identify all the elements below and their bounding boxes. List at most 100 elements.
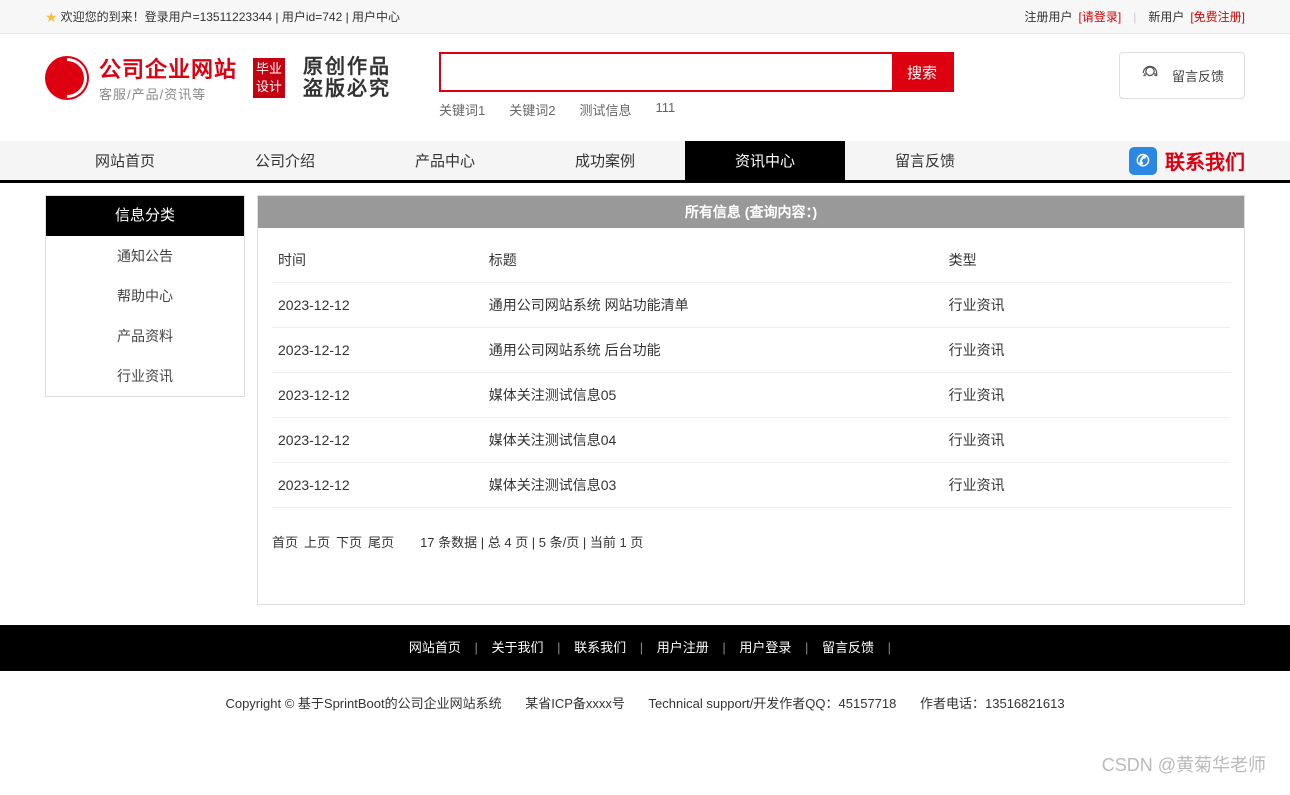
logo-badge: 毕业 设计 [253,58,285,98]
badge-line2: 设计 [256,78,282,96]
cell-type: 行业资讯 [943,373,1230,418]
keyword-link[interactable]: 关键词2 [509,100,555,119]
navbar: 网站首页公司介绍产品中心成功案例资讯中心留言反馈 ✆ 联系我们 [0,141,1290,183]
pagination: 首页 上页 下页 尾页 17 条数据 | 总 4 页 | 5 条/页 | 当前 … [272,532,1230,551]
cell-title: 媒体关注测试信息04 [483,418,943,463]
footer-separator: | [884,640,891,655]
table-row[interactable]: 2023-12-12媒体关注测试信息05行业资讯 [272,373,1230,418]
main: 信息分类 通知公告帮助中心产品资料行业资讯 所有信息 (查询内容：) 时间 标题… [45,195,1245,605]
nav-item[interactable]: 留言反馈 [845,141,1005,180]
footer-separator: | [554,640,565,655]
search-box: 搜索 [439,52,954,92]
table-row[interactable]: 2023-12-12媒体关注测试信息03行业资讯 [272,463,1230,508]
footer-nav-link[interactable]: 用户登录 [729,640,801,655]
footer-separator: | [471,640,482,655]
nav-item[interactable]: 产品中心 [365,141,525,180]
footer-tech: Technical support/开发作者QQ：45157718 [649,696,897,711]
cell-type: 行业资讯 [943,328,1230,373]
col-time-header: 时间 [272,238,483,283]
col-type-header: 类型 [943,238,1230,283]
nav-contact[interactable]: ✆ 联系我们 [1129,141,1245,180]
data-table: 时间 标题 类型 2023-12-12通用公司网站系统 网站功能清单行业资讯20… [272,238,1230,508]
keyword-link[interactable]: 测试信息 [579,100,631,119]
keywords-row: 关键词1 关键词2 测试信息 111 [439,100,954,119]
footer-nav-link[interactable]: 留言反馈 [812,640,884,655]
headset-icon [1140,63,1160,88]
cell-type: 行业资讯 [943,418,1230,463]
watermark: CSDN @黄菊华老师 [1102,751,1266,777]
new-user-label: 新用户 [1148,0,1184,34]
sidebar-header: 信息分类 [46,196,244,236]
footer-icp[interactable]: 某省ICP备xxxx号 [525,696,625,711]
logo-script: 原创作品 盗版必究 [303,56,391,100]
cell-time: 2023-12-12 [272,418,483,463]
footer-nav-link[interactable]: 关于我们 [482,640,554,655]
keyword-link[interactable]: 关键词1 [439,100,485,119]
nav-item[interactable]: 公司介绍 [205,141,365,180]
cell-title: 通用公司网站系统 后台功能 [483,328,943,373]
welcome-text[interactable]: 欢迎您的到来！登录用户=13511223344 | 用户id=742 | 用户中… [61,0,400,34]
sidebar-item[interactable]: 行业资讯 [46,356,244,396]
feedback-button[interactable]: 留言反馈 [1119,52,1245,99]
page-next[interactable]: 下页 [336,532,362,551]
cell-type: 行业资讯 [943,463,1230,508]
header: 公司企业网站 客服/产品/资讯等 毕业 设计 原创作品 盗版必究 搜索 关键词1… [0,34,1290,129]
search-button[interactable]: 搜索 [892,54,952,90]
nav-item[interactable]: 网站首页 [45,141,205,180]
footer-info: Copyright © 基于SprintBoot的公司企业网站系统 某省ICP备… [0,671,1290,734]
footer-phone: 作者电话：13516821613 [920,696,1065,711]
cell-type: 行业资讯 [943,283,1230,328]
footer-nav: 网站首页 | 关于我们 | 联系我们 | 用户注册 | 用户登录 | 留言反馈 … [0,625,1290,671]
script-line1: 原创作品 [303,56,391,78]
page-prev[interactable]: 上页 [304,532,330,551]
cell-time: 2023-12-12 [272,373,483,418]
sidebar-item[interactable]: 产品资料 [46,316,244,356]
page-last[interactable]: 尾页 [368,532,394,551]
cell-title: 媒体关注测试信息03 [483,463,943,508]
nav-contact-label: 联系我们 [1165,146,1245,175]
search-input[interactable] [441,54,892,90]
badge-line1: 毕业 [256,60,282,78]
star-icon: ★ [45,0,58,34]
feedback-button-label: 留言反馈 [1172,66,1224,85]
script-line2: 盗版必究 [303,78,391,100]
logo-main-text: 公司企业网站 [99,52,237,84]
page-info: 17 条数据 | 总 4 页 | 5 条/页 | 当前 1 页 [420,532,643,551]
footer-nav-link[interactable]: 网站首页 [399,640,471,655]
search-block: 搜索 关键词1 关键词2 测试信息 111 [439,52,954,119]
cell-title: 通用公司网站系统 网站功能清单 [483,283,943,328]
keyword-link[interactable]: 111 [656,100,676,119]
topbar: ★ 欢迎您的到来！登录用户=13511223344 | 用户id=742 | 用… [0,0,1290,34]
sidebar-item[interactable]: 通知公告 [46,236,244,276]
register-user-label: 注册用户 [1025,0,1073,34]
free-register-link[interactable]: [免费注册] [1190,0,1245,34]
sidebar: 信息分类 通知公告帮助中心产品资料行业资讯 [45,195,245,397]
footer-nav-link[interactable]: 用户注册 [647,640,719,655]
cell-title: 媒体关注测试信息05 [483,373,943,418]
nav-item[interactable]: 成功案例 [525,141,685,180]
topbar-left: ★ 欢迎您的到来！登录用户=13511223344 | 用户id=742 | 用… [45,0,400,34]
logo-sub-text: 客服/产品/资讯等 [99,84,237,103]
table-row[interactable]: 2023-12-12通用公司网站系统 后台功能行业资讯 [272,328,1230,373]
col-title-header: 标题 [483,238,943,283]
content: 所有信息 (查询内容：) 时间 标题 类型 2023-12-12通用公司网站系统… [257,195,1245,605]
login-link[interactable]: [请登录] [1079,0,1122,34]
cell-time: 2023-12-12 [272,463,483,508]
page-first[interactable]: 首页 [272,532,298,551]
footer-nav-link[interactable]: 联系我们 [564,640,636,655]
phone-icon: ✆ [1129,147,1157,175]
sidebar-item[interactable]: 帮助中心 [46,276,244,316]
logo-icon [45,56,89,100]
content-header: 所有信息 (查询内容：) [258,196,1244,228]
footer-separator: | [636,640,647,655]
topbar-right: 注册用户 [请登录] | 新用户 [免费注册] [1025,0,1246,34]
table-row[interactable]: 2023-12-12媒体关注测试信息04行业资讯 [272,418,1230,463]
nav-item[interactable]: 资讯中心 [685,141,845,180]
cell-time: 2023-12-12 [272,328,483,373]
footer-separator: | [801,640,812,655]
separator: | [1133,0,1136,34]
logo-block[interactable]: 公司企业网站 客服/产品/资讯等 毕业 设计 原创作品 盗版必究 [45,52,391,103]
table-row[interactable]: 2023-12-12通用公司网站系统 网站功能清单行业资讯 [272,283,1230,328]
footer-separator: | [719,640,730,655]
footer-copyright: Copyright © 基于SprintBoot的公司企业网站系统 [225,696,501,711]
